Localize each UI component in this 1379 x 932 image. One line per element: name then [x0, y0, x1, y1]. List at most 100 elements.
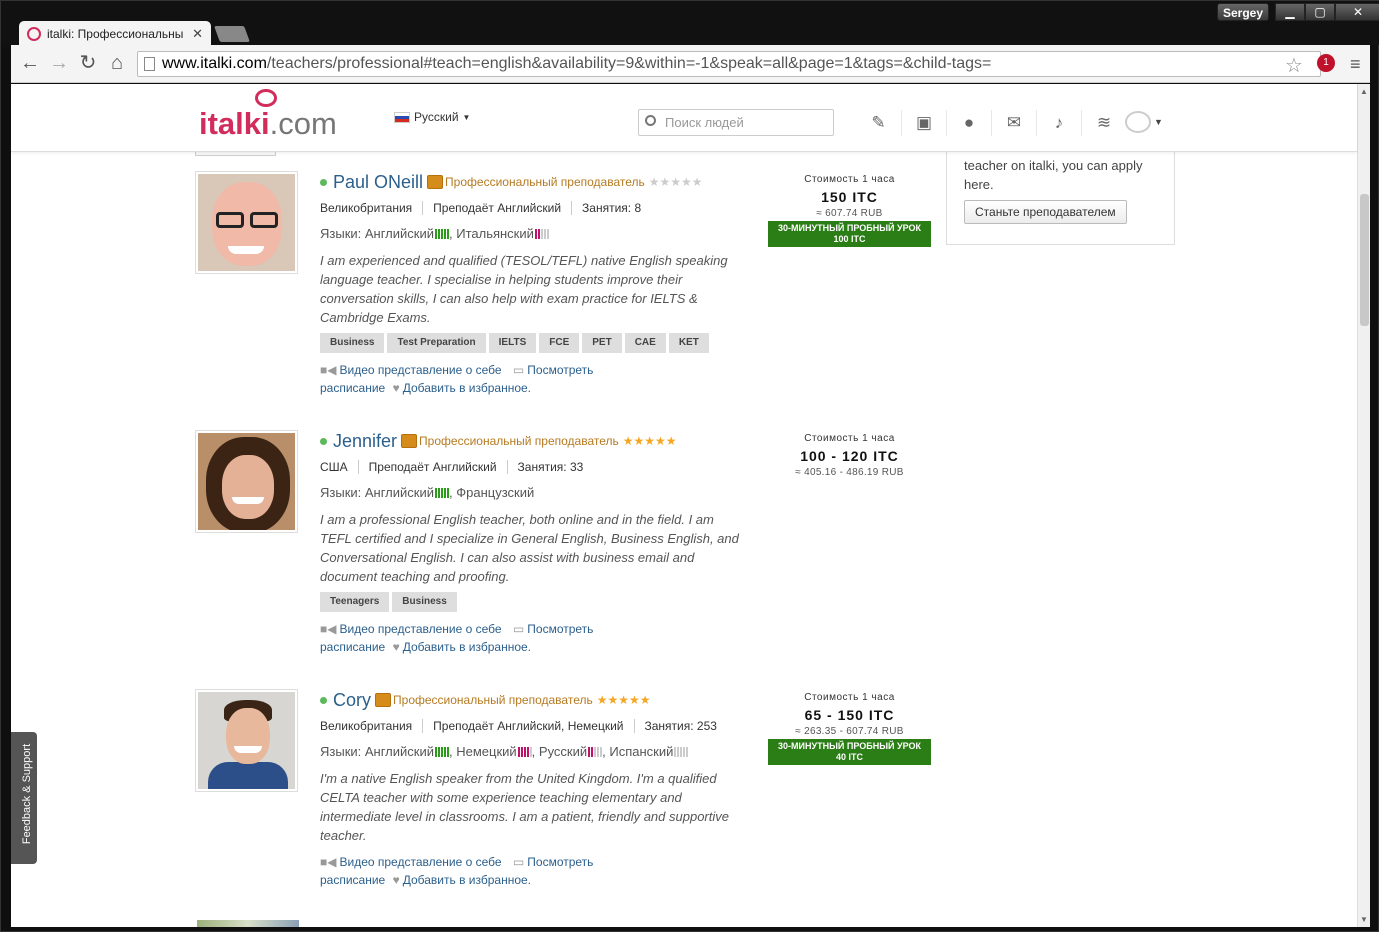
add-favorite-link[interactable]: Добавить в избранное. [403, 381, 531, 395]
calendar-icon: ▭ [512, 855, 525, 869]
language-italian: , Итальянский [449, 226, 534, 241]
teacher-meta: США Преподаёт Английский Занятия: 33 [320, 460, 740, 474]
previous-item-edge [195, 152, 276, 156]
forward-arrow-icon[interactable]: → [48, 53, 70, 73]
teacher-meta: Великобритания Преподаёт Английский Заня… [320, 201, 740, 215]
browser-tab[interactable]: italki: Профессиональны ✕ [19, 21, 211, 47]
coins-icon[interactable]: ≋ [1081, 110, 1126, 136]
tag[interactable]: Business [392, 592, 457, 612]
teacher-price: Стоимость 1 часа 150 ITC ≈ 607.74 RUB 30… [768, 171, 931, 247]
tag[interactable]: CAE [624, 333, 666, 353]
address-bar[interactable]: www.italki.com/teachers/professional#tea… [137, 51, 1321, 77]
video-intro-link[interactable]: Видео представление о себе [339, 363, 501, 377]
page-scrollbar[interactable]: ▲ ▼ [1357, 84, 1370, 927]
reload-icon[interactable]: ↻ [77, 53, 99, 73]
language-label: Русский [414, 110, 459, 124]
russian-flag-icon [394, 111, 410, 123]
teacher-description: I am experienced and qualified (TESOL/TE… [320, 253, 728, 325]
tag[interactable]: Business [320, 333, 385, 353]
feedback-support-tab[interactable]: Feedback & Support [11, 732, 37, 864]
price-label: Стоимость 1 часа [804, 433, 895, 444]
edit-notebook-icon[interactable]: ✎ [856, 110, 901, 136]
teacher-board-icon[interactable]: ▣ [901, 110, 946, 136]
close-tab-icon[interactable]: ✕ [192, 26, 203, 42]
teacher-teaches: Преподаёт Английский, Немецкий [422, 719, 633, 733]
language-selector[interactable]: Русский ▼ [394, 110, 470, 124]
bookmark-star-icon[interactable]: ☆ [1285, 53, 1303, 78]
teacher-photo[interactable] [195, 430, 298, 533]
video-intro-link[interactable]: Видео представление о себе [339, 622, 501, 636]
teacher-country: Великобритания [320, 201, 413, 215]
language-french: , Французский [449, 485, 535, 500]
back-arrow-icon[interactable]: ← [19, 53, 41, 73]
tab-title: italki: Профессиональны [47, 27, 184, 41]
teacher-country: Великобритания [320, 719, 413, 733]
profile-button[interactable]: Sergey [1217, 3, 1269, 21]
level-bars-icon [435, 746, 449, 757]
teacher-price: Стоимость 1 часа 100 - 120 ITC ≈ 405.16 … [768, 430, 931, 478]
teacher-name[interactable]: Jennifer [333, 431, 397, 452]
browser-toolbar: ← → ↻ ⌂ www.italki.com/teachers/professi… [11, 45, 1370, 83]
italki-favicon-icon [27, 27, 41, 41]
price-value: 150 ITC [821, 189, 878, 205]
teacher-info: Jennifer Профессиональный преподаватель … [320, 430, 740, 656]
rating-stars: ★★★★★ [622, 434, 677, 448]
user-avatar-menu[interactable]: ▼ [1125, 109, 1169, 135]
logo-bubble-icon [255, 89, 277, 107]
maximize-button[interactable]: ▢ [1305, 3, 1335, 21]
bell-icon[interactable]: ♪ [1036, 110, 1081, 136]
tag[interactable]: FCE [539, 333, 580, 353]
url-path: /teachers/professional#teach=english&ava… [266, 55, 992, 72]
new-tab-button[interactable] [214, 26, 250, 42]
tag[interactable]: Teenagers [320, 592, 390, 612]
trial-lesson-button[interactable]: 30-МИНУТНЫЙ ПРОБНЫЙ УРОК 100 ITC [768, 221, 931, 247]
scroll-up-arrow-icon[interactable]: ▲ [1360, 87, 1368, 96]
scroll-down-arrow-icon[interactable]: ▼ [1360, 915, 1368, 924]
teacher-tags: Teenagers Business [320, 592, 740, 612]
teacher-name[interactable]: Cory [333, 690, 371, 711]
logo-tld: .com [269, 106, 337, 141]
extension-icon[interactable]: 1 [1317, 54, 1335, 72]
person-icon[interactable]: ● [946, 110, 991, 136]
become-teacher-box: teacher on italki, you can apply here. С… [946, 152, 1175, 245]
home-icon[interactable]: ⌂ [106, 53, 128, 73]
become-teacher-button[interactable]: Станьте преподавателем [964, 200, 1127, 224]
chrome-menu-icon[interactable]: ≡ [1350, 54, 1361, 75]
professional-badge-icon [401, 434, 418, 448]
teacher-meta: Великобритания Преподаёт Английский, Нем… [320, 719, 740, 733]
language-russian: , Русский [531, 744, 588, 759]
avatar [1125, 111, 1151, 133]
trial-lesson-button[interactable]: 30-МИНУТНЫЙ ПРОБНЫЙ УРОК 40 ITC [768, 739, 931, 765]
feedback-label: Feedback & Support [21, 743, 33, 845]
teacher-languages: Языки: Английский , Французский [320, 485, 740, 500]
tag[interactable]: Test Preparation [387, 333, 486, 353]
minimize-button[interactable]: ▁ [1275, 3, 1305, 21]
mail-icon[interactable]: ✉ [991, 110, 1036, 136]
teacher-photo[interactable] [195, 689, 298, 792]
rating-stars: ★★★★★ [648, 175, 703, 189]
tag[interactable]: PET [582, 333, 622, 353]
price-value: 65 - 150 ITC [804, 707, 895, 723]
chevron-down-icon: ▼ [1154, 117, 1163, 127]
close-window-button[interactable]: ✕ [1335, 3, 1379, 21]
scroll-thumb[interactable] [1360, 194, 1369, 326]
level-bars-icon [674, 746, 689, 757]
price-label: Стоимость 1 часа [804, 174, 895, 185]
tag[interactable]: KET [668, 333, 709, 353]
price-rub: ≈ 405.16 - 486.19 RUB [795, 467, 904, 478]
language-english: Языки: Английский [320, 485, 434, 500]
page-viewport: italki.com Русский ▼ Поиск людей ✎ ▣ ● ✉… [11, 84, 1370, 927]
add-favorite-link[interactable]: Добавить в избранное. [403, 640, 531, 654]
tag[interactable]: IELTS [488, 333, 537, 353]
video-intro-link[interactable]: Видео представление о себе [339, 855, 501, 869]
video-camera-icon: ■◀ [320, 622, 337, 636]
level-bars-icon [435, 487, 449, 498]
people-search-input[interactable]: Поиск людей [638, 109, 834, 136]
teacher-name[interactable]: Paul ONeill [333, 172, 423, 193]
rating-stars: ★★★★★ [596, 693, 651, 707]
add-favorite-link[interactable]: Добавить в избранное. [403, 873, 531, 887]
teacher-photo[interactable] [195, 171, 298, 274]
italki-logo[interactable]: italki.com [199, 106, 337, 142]
level-bars-icon [534, 228, 549, 239]
logo-main: italki [199, 106, 270, 141]
